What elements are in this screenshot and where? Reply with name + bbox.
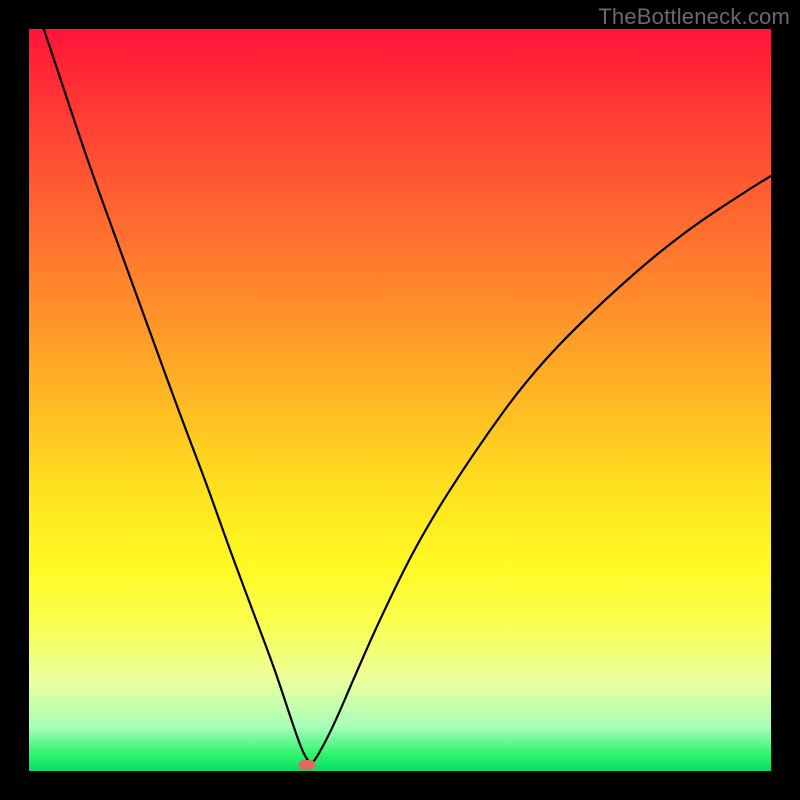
chart-frame: TheBottleneck.com (0, 0, 800, 800)
watermark-text: TheBottleneck.com (598, 4, 790, 30)
plot-area (29, 29, 771, 771)
bottleneck-curve (29, 29, 771, 771)
curve-path (44, 29, 771, 762)
optimum-marker (299, 760, 316, 770)
